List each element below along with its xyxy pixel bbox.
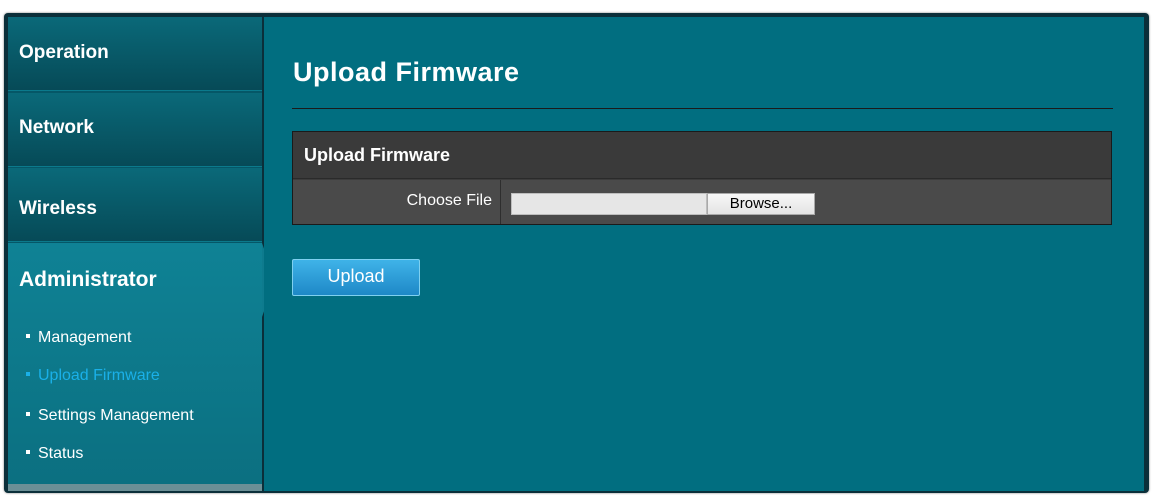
sidebar-item-label: Administrator: [19, 268, 157, 291]
file-path-field[interactable]: [511, 193, 707, 215]
bullet-icon: [26, 371, 30, 376]
sidebar-footer-bar: [8, 484, 262, 491]
submenu-item-label: Upload Firmware: [38, 367, 160, 384]
bullet-icon: [26, 333, 30, 338]
bullet-icon: [26, 411, 30, 416]
choose-file-label: Choose File: [293, 180, 501, 224]
sidebar-item-operation[interactable]: Operation: [8, 17, 262, 91]
browse-button[interactable]: Browse...: [707, 193, 815, 215]
sidebar-item-wireless[interactable]: Wireless: [8, 168, 262, 242]
page-title: Upload Firmware: [293, 57, 520, 87]
bullet-icon: [26, 449, 30, 454]
sidebar-item-label: Operation: [19, 42, 109, 63]
sidebar-section-administrator: Administrator Management Upload Firmware…: [8, 243, 262, 491]
upload-firmware-panel: Upload Firmware Choose File Browse...: [292, 131, 1112, 225]
panel-header-label: Upload Firmware: [304, 145, 451, 165]
submenu-item-management[interactable]: Management: [26, 329, 131, 347]
panel-header: Upload Firmware: [293, 132, 1111, 179]
sidebar-item-label: Network: [19, 117, 94, 138]
submenu-item-status[interactable]: Status: [26, 445, 83, 463]
sidebar: Operation Network Wireless Administrator…: [8, 17, 275, 491]
submenu-item-label: Settings Management: [38, 407, 194, 424]
sidebar-item-label: Wireless: [19, 198, 97, 219]
submenu-item-settings-management[interactable]: Settings Management: [26, 407, 194, 425]
submenu-item-label: Status: [38, 445, 84, 462]
upload-button[interactable]: Upload: [292, 259, 420, 296]
sidebar-item-administrator[interactable]: Administrator: [8, 243, 262, 317]
title-divider: [292, 108, 1113, 109]
choose-file-row: Choose File Browse...: [293, 180, 1111, 224]
main-content: Upload Firmware Upload Firmware Choose F…: [264, 17, 1144, 491]
submenu-item-upload-firmware[interactable]: Upload Firmware: [26, 367, 160, 385]
sidebar-item-network[interactable]: Network: [8, 93, 262, 167]
submenu-item-label: Management: [38, 329, 132, 346]
